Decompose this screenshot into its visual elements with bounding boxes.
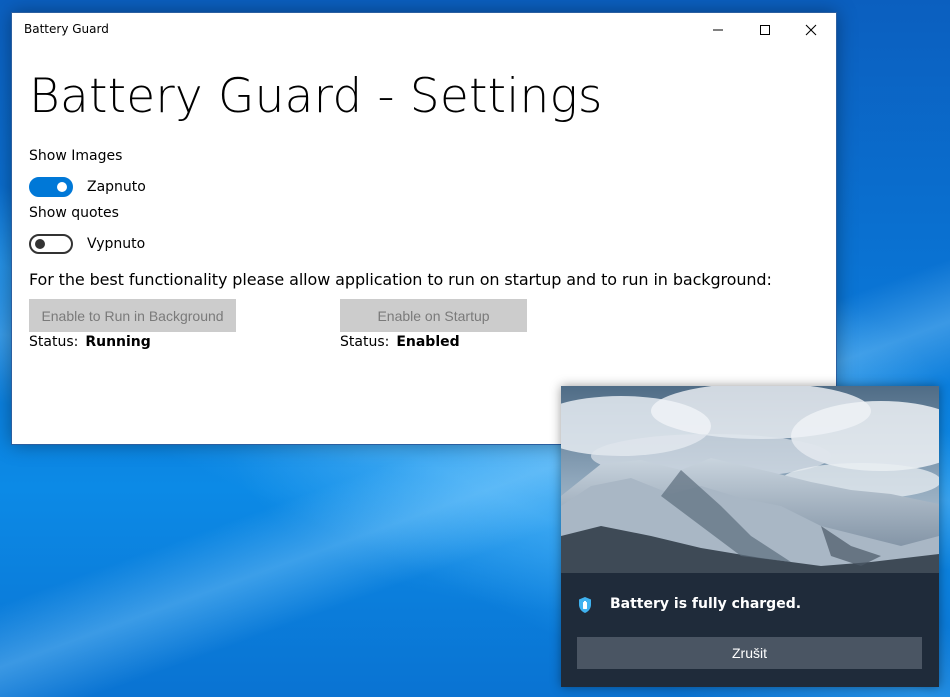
dismiss-button[interactable]: Zrušit	[577, 637, 922, 669]
show-images-state: Zapnuto	[87, 179, 146, 195]
minimize-button[interactable]	[695, 13, 741, 46]
show-quotes-toggle[interactable]	[29, 234, 73, 254]
startup-info-text: For the best functionality please allow …	[29, 270, 772, 289]
maximize-button[interactable]	[742, 13, 788, 46]
app-window: Battery Guard Battery Guard - Settings S…	[11, 12, 837, 445]
title-bar[interactable]: Battery Guard	[12, 13, 836, 46]
enable-startup-button[interactable]: Enable on Startup	[340, 299, 527, 332]
toggle-knob	[35, 239, 45, 249]
startup-status: Status: Enabled	[340, 334, 460, 350]
background-status-label: Status:	[29, 334, 79, 350]
background-status: Status: Running	[29, 334, 151, 350]
startup-status-value: Enabled	[396, 334, 460, 350]
startup-status-label: Status:	[340, 334, 390, 350]
mountain-landscape-image	[561, 386, 939, 573]
enable-background-button[interactable]: Enable to Run in Background	[29, 299, 236, 332]
maximize-icon	[760, 24, 770, 35]
show-images-toggle[interactable]	[29, 177, 73, 197]
show-quotes-state: Vypnuto	[87, 236, 146, 252]
toast-notification[interactable]: Battery is fully charged. Zrušit	[561, 386, 939, 687]
toast-message: Battery is fully charged.	[610, 596, 802, 612]
show-quotes-label: Show quotes	[29, 205, 119, 221]
background-status-value: Running	[85, 334, 151, 350]
window-title: Battery Guard	[24, 22, 109, 36]
toggle-knob	[57, 182, 67, 192]
close-icon	[805, 24, 817, 35]
page-title: Battery Guard - Settings	[29, 69, 603, 124]
minimize-icon	[713, 29, 723, 30]
close-button[interactable]	[788, 13, 834, 46]
shield-battery-icon	[579, 597, 591, 613]
show-images-label: Show Images	[29, 148, 123, 164]
